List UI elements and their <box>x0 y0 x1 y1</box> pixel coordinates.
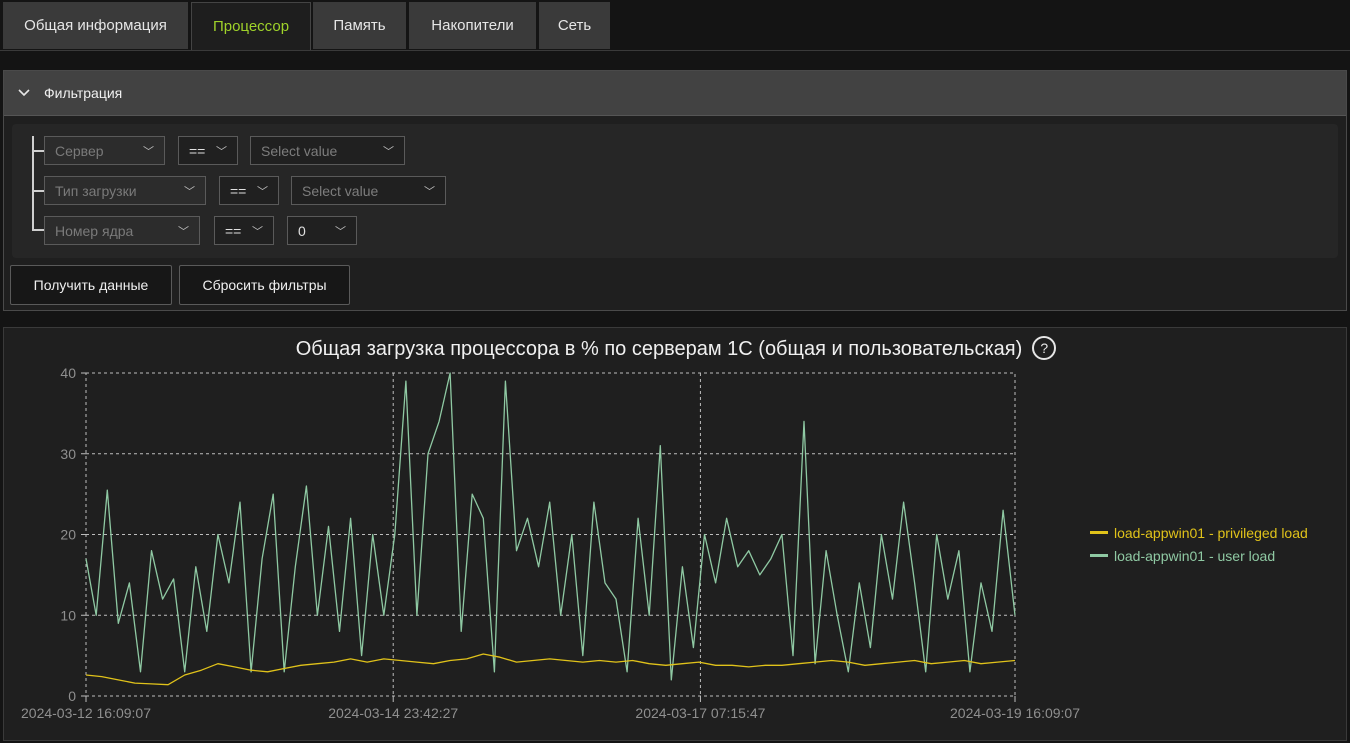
filter-header[interactable]: Фильтрация <box>4 71 1346 116</box>
filter-field-label: Номер ядра <box>55 222 134 239</box>
series-layer <box>85 372 1016 686</box>
tree-connector <box>32 190 44 192</box>
chevron-down-icon: ﹀ <box>184 185 195 198</box>
filter-operator-label: == <box>189 142 206 159</box>
y-tick-label: 40 <box>60 365 76 381</box>
legend-item-user[interactable]: load-appwin01 - user load <box>1090 544 1308 567</box>
y-axis: 0 10 20 30 40 <box>60 365 86 704</box>
chevron-down-icon[interactable] <box>4 89 44 97</box>
x-tick-label: 2024-03-14 23:42:27 <box>328 705 458 721</box>
y-tick-label: 10 <box>60 607 76 623</box>
chart-legend: load-appwin01 - privileged load load-app… <box>1090 521 1308 567</box>
chevron-down-icon: ﹀ <box>383 145 394 158</box>
x-tick-label: 2024-03-12 16:09:07 <box>21 705 151 721</box>
tab-network[interactable]: Сеть <box>539 2 610 49</box>
tab-general-info[interactable]: Общая информация <box>3 2 188 49</box>
chevron-down-icon: ﹀ <box>424 185 435 198</box>
filter-field-select[interactable]: Номер ядра ﹀ <box>44 216 200 245</box>
chart-panel: Общая загрузка процессора в % по сервера… <box>3 327 1347 741</box>
filter-operator-select[interactable]: == ﹀ <box>214 216 274 245</box>
x-tick-label: 2024-03-17 07:15:47 <box>635 705 765 721</box>
chart-grid <box>85 372 1016 697</box>
filter-conditions: Сервер ﹀ == ﹀ Select value ﹀ Тип загрузки ﹀ … <box>12 124 1338 258</box>
series-line <box>85 653 1016 686</box>
filter-operator-label: == <box>230 182 247 199</box>
filter-value-label: 0 <box>298 222 306 239</box>
filter-title: Фильтрация <box>44 85 123 101</box>
tab-bar: Общая информация Процессор Память Накопи… <box>0 0 1350 51</box>
x-axis: 2024-03-12 16:09:07 2024-03-14 23:42:27 20… <box>21 696 1080 721</box>
cpu-load-chart: 0 10 20 30 40 2024-03-12 16:09:07 2024-03-14 … <box>21 365 1080 721</box>
y-tick-label: 20 <box>60 527 76 543</box>
chevron-down-icon: ﹀ <box>252 225 263 238</box>
chevron-down-icon: ﹀ <box>178 225 189 238</box>
legend-label: load-appwin01 - privileged load <box>1114 524 1308 541</box>
chevron-down-icon: ﹀ <box>216 145 227 158</box>
filter-value-select[interactable]: Select value ﹀ <box>250 136 405 165</box>
tab-memory[interactable]: Память <box>313 2 406 49</box>
legend-label: load-appwin01 - user load <box>1114 547 1276 564</box>
tree-connector <box>32 150 44 152</box>
reset-filters-button[interactable]: Сбросить фильтры <box>179 265 350 305</box>
tree-connector <box>32 229 44 231</box>
legend-swatch <box>1090 531 1108 534</box>
filter-field-select[interactable]: Тип загрузки ﹀ <box>44 176 206 205</box>
filter-panel: Фильтрация Сервер ﹀ == ﹀ Select value ﹀ Тип… <box>3 70 1347 311</box>
filter-field-label: Сервер <box>55 142 104 159</box>
filter-value-placeholder: Select value <box>261 142 338 159</box>
tab-processor[interactable]: Процессор <box>191 2 311 50</box>
legend-item-privileged[interactable]: load-appwin01 - privileged load <box>1090 521 1308 544</box>
tab-storage[interactable]: Накопители <box>409 2 536 49</box>
filter-value-select[interactable]: 0 ﹀ <box>287 216 357 245</box>
chevron-down-icon: ﹀ <box>257 185 268 198</box>
filter-field-label: Тип загрузки <box>55 182 137 199</box>
filter-operator-select[interactable]: == ﹀ <box>219 176 279 205</box>
filter-value-placeholder: Select value <box>302 182 379 199</box>
y-tick-label: 30 <box>60 446 76 462</box>
series-line <box>85 372 1016 681</box>
filter-operator-select[interactable]: == ﹀ <box>178 136 238 165</box>
filter-operator-label: == <box>225 222 242 239</box>
chevron-down-icon: ﹀ <box>143 145 154 158</box>
y-tick-label: 0 <box>68 688 76 704</box>
filter-field-select[interactable]: Сервер ﹀ <box>44 136 165 165</box>
chevron-down-icon: ﹀ <box>335 225 346 238</box>
get-data-button[interactable]: Получить данные <box>10 265 172 305</box>
x-tick-label: 2024-03-19 16:09:07 <box>950 705 1080 721</box>
legend-swatch <box>1090 554 1108 557</box>
filter-value-select[interactable]: Select value ﹀ <box>291 176 446 205</box>
